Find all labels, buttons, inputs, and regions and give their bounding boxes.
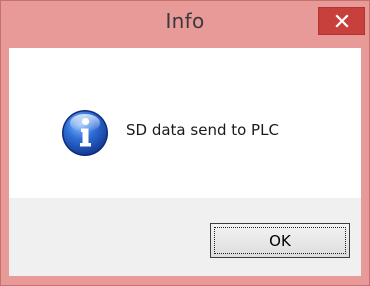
button-bar: OK	[9, 198, 361, 276]
close-icon	[334, 14, 349, 28]
window-title: Info	[165, 9, 205, 33]
info-icon	[62, 110, 108, 156]
dialog-body: SD data send to PLC OK	[9, 48, 361, 276]
dialog-window: Info SD data send to PLC OK	[0, 0, 370, 286]
ok-button[interactable]: OK	[210, 223, 350, 258]
message-text: SD data send to PLC	[126, 121, 279, 139]
message-area: SD data send to PLC	[9, 48, 361, 198]
title-bar[interactable]: Info	[1, 1, 369, 47]
close-button[interactable]	[318, 7, 365, 35]
